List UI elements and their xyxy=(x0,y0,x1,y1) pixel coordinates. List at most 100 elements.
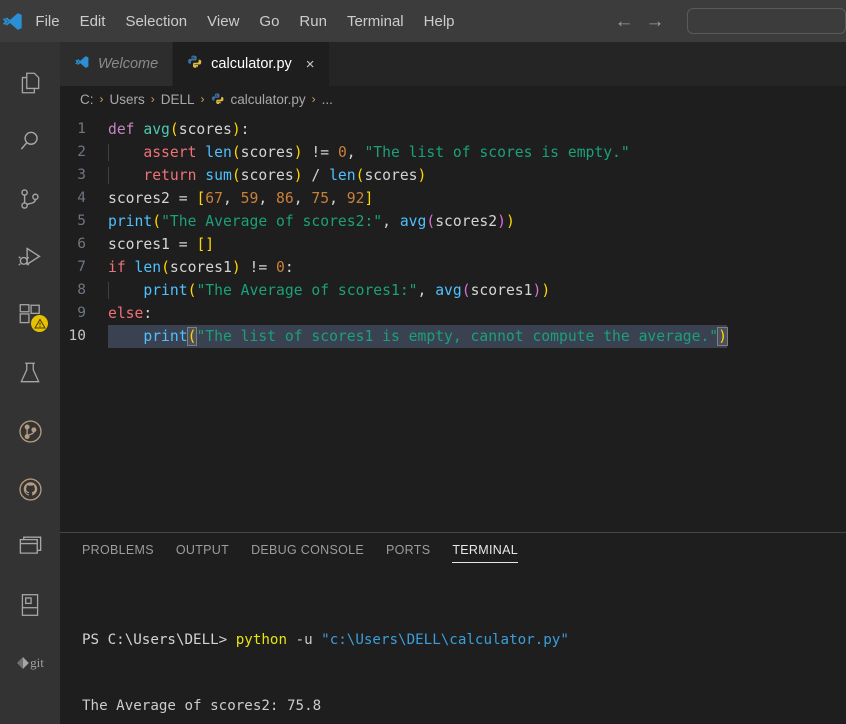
beaker-icon xyxy=(17,360,43,386)
run-debug-icon xyxy=(17,244,44,271)
code-editor[interactable]: 1 def avg(scores): 2 assert len(scores) … xyxy=(60,112,846,532)
activity-bar: git xyxy=(0,42,60,724)
command-center-input[interactable] xyxy=(686,8,846,34)
editor-column: Welcome calculator.py × C: › Users › DEL… xyxy=(60,42,846,724)
code-line: 1 def avg(scores): xyxy=(60,118,846,141)
indent-guide xyxy=(108,144,109,161)
chevron-right-icon: › xyxy=(311,92,316,106)
code-line-text: print("The Average of scores2:", avg(sco… xyxy=(108,213,515,230)
sidebar-item-search[interactable] xyxy=(0,112,60,170)
sidebar-item-gitlens[interactable] xyxy=(0,402,60,460)
code-line-text: print("The list of scores1 is empty, can… xyxy=(108,325,728,348)
tab-debug-console[interactable]: DEBUG CONSOLE xyxy=(251,533,364,569)
code-line-text: print("The Average of scores1:", avg(sco… xyxy=(108,279,550,302)
navigation-arrows: ← → xyxy=(615,12,665,31)
terminal-line: PS C:\Users\DELL> python -u "c:\Users\DE… xyxy=(82,629,846,651)
sidebar-item-explorer[interactable] xyxy=(0,54,60,112)
code-line-text: if len(scores1) != 0: xyxy=(108,259,294,276)
python-icon xyxy=(187,54,203,74)
sidebar-item-git-graph[interactable]: git xyxy=(0,634,60,692)
vscode-logo-icon xyxy=(74,54,90,74)
breadcrumb: C: › Users › DELL › calculator.py › ... xyxy=(60,86,846,112)
breadcrumb-item-dell[interactable]: DELL xyxy=(161,92,195,107)
gitlens-icon xyxy=(17,418,44,445)
line-number: 2 xyxy=(77,144,86,160)
terminal-line: The Average of scores2: 75.8 xyxy=(82,698,322,714)
line-number: 4 xyxy=(77,190,86,206)
menu-bar: File Edit Selection View Go Run Terminal… xyxy=(25,9,464,34)
sidebar-item-remote-explorer[interactable] xyxy=(0,518,60,576)
code-line: 8 print("The Average of scores1:", avg(s… xyxy=(60,279,846,302)
python-icon xyxy=(211,92,225,106)
menu-go[interactable]: Go xyxy=(249,9,289,34)
sidebar-item-run-and-debug[interactable] xyxy=(0,228,60,286)
code-line-text: assert len(scores) != 0, "The list of sc… xyxy=(108,141,630,164)
line-number: 6 xyxy=(77,236,86,252)
chevron-right-icon: › xyxy=(150,92,155,106)
terminal-prompt: PS C:\Users\DELL> xyxy=(82,632,236,648)
menu-file[interactable]: File xyxy=(25,9,69,34)
tab-output[interactable]: OUTPUT xyxy=(176,533,229,569)
remote-explorer-icon xyxy=(17,534,44,561)
tab-terminal[interactable]: TERMINAL xyxy=(452,533,518,569)
arrow-right-icon[interactable]: → xyxy=(646,12,665,31)
code-line: 7 if len(scores1) != 0: xyxy=(60,256,846,279)
title-bar: File Edit Selection View Go Run Terminal… xyxy=(0,0,846,42)
breadcrumb-item-more[interactable]: ... xyxy=(322,92,333,107)
tab-calculator-py[interactable]: calculator.py × xyxy=(173,42,330,86)
menu-edit[interactable]: Edit xyxy=(70,9,116,34)
breadcrumb-item-c[interactable]: C: xyxy=(80,92,94,107)
panel-tab-bar: PROBLEMS OUTPUT DEBUG CONSOLE PORTS TERM… xyxy=(60,533,846,569)
chevron-right-icon: › xyxy=(200,92,205,106)
sidebar-item-database[interactable] xyxy=(0,576,60,634)
code-line-active: 10 print("The list of scores1 is empty, … xyxy=(60,325,846,348)
menu-terminal[interactable]: Terminal xyxy=(337,9,414,34)
tab-ports[interactable]: PORTS xyxy=(386,533,430,569)
breadcrumb-item-users[interactable]: Users xyxy=(110,92,145,107)
code-line: 5 print("The Average of scores2:", avg(s… xyxy=(60,210,846,233)
code-line-text: scores2 = [67, 59, 86, 75, 92] xyxy=(108,190,374,207)
tab-label-calculator-py: calculator.py xyxy=(211,56,292,72)
sidebar-item-extensions[interactable] xyxy=(0,286,60,344)
vscode-logo-icon xyxy=(0,10,25,33)
chevron-right-icon: › xyxy=(99,92,104,106)
code-line: 6 scores1 = [] xyxy=(60,233,846,256)
close-icon[interactable]: × xyxy=(306,57,315,72)
breadcrumb-item-calculator-py[interactable]: calculator.py xyxy=(231,92,306,107)
menu-view[interactable]: View xyxy=(197,9,249,34)
extensions-warning-badge xyxy=(31,315,48,332)
github-icon xyxy=(17,476,44,503)
menu-selection[interactable]: Selection xyxy=(115,9,197,34)
menu-help[interactable]: Help xyxy=(414,9,465,34)
indent-guide xyxy=(108,282,109,299)
terminal-command: python xyxy=(235,632,287,648)
vscode-window: File Edit Selection View Go Run Terminal… xyxy=(0,0,846,724)
terminal-path: "c:\Users\DELL\calculator.py" xyxy=(321,632,569,648)
line-number: 3 xyxy=(77,167,86,183)
code-line-text: return sum(scores) / len(scores) xyxy=(108,164,426,187)
code-line-text: def avg(scores): xyxy=(108,121,250,138)
indent-guide xyxy=(108,167,109,184)
window-body: git Welcome calculator.py × C: › Users ›… xyxy=(0,42,846,724)
sidebar-item-testing[interactable] xyxy=(0,344,60,402)
search-icon xyxy=(17,128,43,154)
line-number: 5 xyxy=(77,213,86,229)
line-number: 7 xyxy=(77,259,86,275)
terminal-output[interactable]: PS C:\Users\DELL> python -u "c:\Users\DE… xyxy=(60,569,846,724)
code-line: 9 else: xyxy=(60,302,846,325)
terminal-flag: -u xyxy=(287,632,322,648)
menu-run[interactable]: Run xyxy=(289,9,337,34)
tab-welcome[interactable]: Welcome xyxy=(60,42,174,86)
database-icon xyxy=(17,592,43,618)
line-number: 1 xyxy=(77,121,86,137)
tab-problems[interactable]: PROBLEMS xyxy=(82,533,154,569)
arrow-left-icon[interactable]: ← xyxy=(615,12,634,31)
code-line-text: scores1 = [] xyxy=(108,236,215,253)
line-number: 9 xyxy=(77,305,86,321)
code-line: 2 assert len(scores) != 0, "The list of … xyxy=(60,141,846,164)
sidebar-item-source-control[interactable] xyxy=(0,170,60,228)
editor-tab-bar: Welcome calculator.py × xyxy=(60,42,846,86)
sidebar-item-github[interactable] xyxy=(0,460,60,518)
code-line: 4 scores2 = [67, 59, 86, 75, 92] xyxy=(60,187,846,210)
bottom-panel: PROBLEMS OUTPUT DEBUG CONSOLE PORTS TERM… xyxy=(60,532,846,724)
